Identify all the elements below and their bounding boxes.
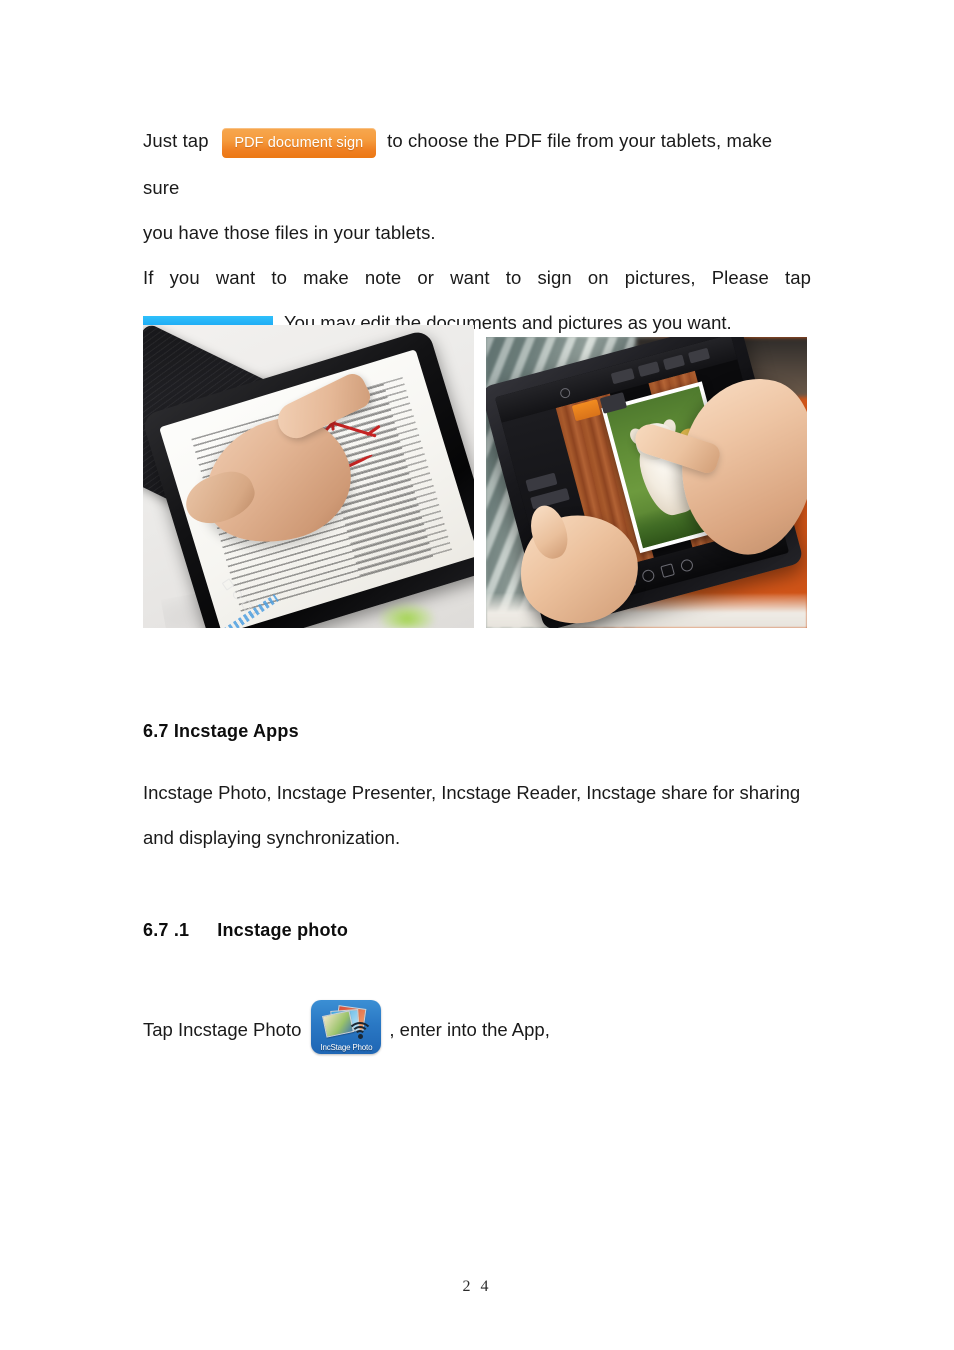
paragraph-incstage-apps-line2: and displaying synchronization. [143,827,401,848]
toolbar-button [662,354,686,371]
paragraph-files-note-text: you have those files in your tablets. [143,222,436,243]
toolbar-circle-icon [559,386,572,400]
bezel-icon [231,588,244,602]
paragraph-files-note: you have those files in your tablets. [143,210,811,255]
figure-tablet-picture-editing [486,337,807,628]
pdf-document-sign-button[interactable]: PDF document sign [221,128,376,158]
nav-icon [679,558,695,573]
paragraph-incstage-apps-line1: Incstage Photo, Incstage Presenter, Incs… [143,782,801,803]
paragraph-pdf-sign-prefix: Just tap [143,130,209,151]
wifi-icon [347,1022,374,1042]
tap-instruction-suffix: , enter into the App, [389,1019,550,1040]
toolbar-button [637,361,660,378]
nav-icon [640,568,656,584]
tap-instruction-prefix: Tap Incstage Photo [143,1019,302,1040]
heading-incstage-apps: 6.7 Incstage Apps [143,721,299,742]
toolbar-button [525,472,558,492]
paragraph-picture-sign-intro: If you want to make note or want to sign… [143,255,811,300]
heading-incstage-photo-title: Incstage photo [217,920,349,940]
green-blur [379,603,435,628]
page-number-footer: 2 4 [462,1278,492,1295]
nav-icon [660,563,675,578]
intro-text-block: Just tap PDF document sign to choose the… [143,118,811,345]
app-icon-label: IncStage Photo [320,1043,373,1052]
figure-row [143,325,811,630]
figure-tablet-document-annotation [143,325,474,628]
paragraph-tap-incstage-photo: Tap Incstage Photo IncStage Photo , ente… [143,1000,550,1054]
heading-incstage-photo: 6.7 .1 Incstage photo [143,920,348,941]
paragraph-incstage-apps: Incstage Photo, Incstage Presenter, Incs… [143,770,813,860]
paragraph-picture-sign-intro-text: If you want to make note or want to sign… [143,267,811,288]
document-page: Just tap PDF document sign to choose the… [0,0,954,1350]
paragraph-pdf-sign: Just tap PDF document sign to choose the… [143,118,811,210]
bezel-icon [221,578,235,591]
toolbar-button [610,367,635,385]
heading-incstage-photo-number: 6.7 .1 [143,920,190,940]
toolbar-button [687,347,711,364]
incstage-photo-app-icon[interactable]: IncStage Photo [311,1000,382,1054]
heading-incstage-apps-text: 6.7 Incstage Apps [143,721,299,741]
wifi-dot [357,1034,363,1039]
